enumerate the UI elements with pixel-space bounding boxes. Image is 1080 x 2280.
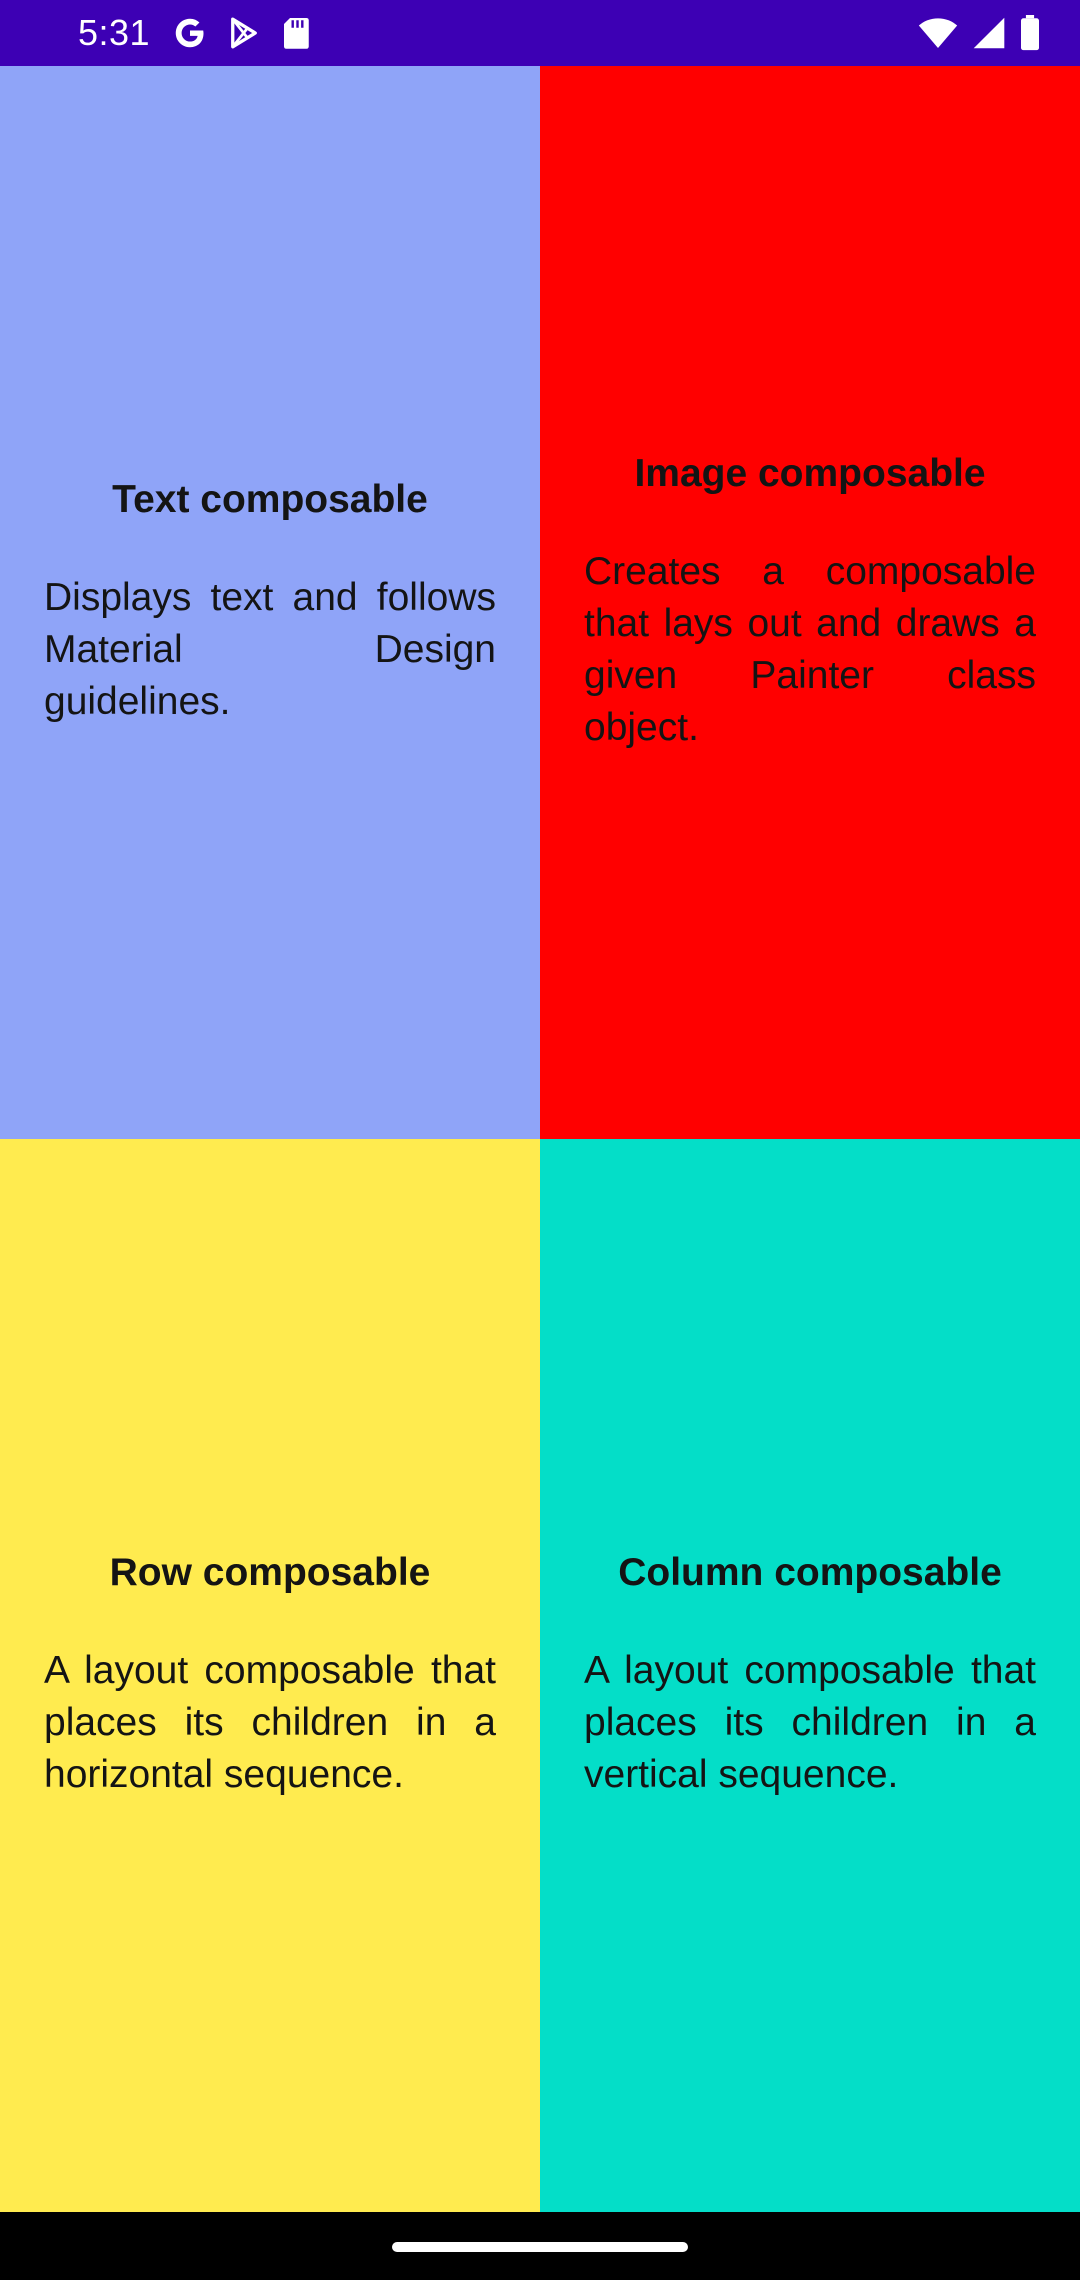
sd-card-icon bbox=[280, 15, 312, 51]
google-g-icon bbox=[172, 15, 208, 51]
play-store-icon bbox=[226, 15, 262, 51]
status-time: 5:31 bbox=[78, 12, 151, 53]
image-composable-card: Image composable Creates a composable th… bbox=[540, 66, 1080, 1139]
card-title: Text composable bbox=[112, 477, 428, 521]
row-composable-card: Row composable A layout composable that … bbox=[0, 1139, 540, 2212]
home-gesture-handle[interactable] bbox=[392, 2242, 688, 2252]
card-title: Column composable bbox=[618, 1550, 1002, 1594]
notification-icons bbox=[172, 15, 312, 51]
composables-grid: Text composable Displays text and follow… bbox=[0, 66, 1080, 2212]
navigation-bar bbox=[0, 2212, 1080, 2280]
card-description: A layout composable that places its chil… bbox=[44, 1648, 496, 1796]
status-bar: 5:31 bbox=[0, 0, 1080, 66]
card-description: A layout composable that places its chil… bbox=[584, 1648, 1036, 1796]
card-description: Displays text and follows Material Desig… bbox=[44, 575, 496, 723]
card-title: Row composable bbox=[109, 1550, 431, 1594]
card-description: Creates a composable that lays out and d… bbox=[584, 549, 1036, 749]
card-title: Image composable bbox=[634, 451, 986, 495]
battery-icon bbox=[1020, 15, 1040, 51]
text-composable-card: Text composable Displays text and follow… bbox=[0, 66, 540, 1139]
wifi-icon bbox=[918, 16, 958, 50]
column-composable-card: Column composable A layout composable th… bbox=[540, 1139, 1080, 2212]
cellular-signal-icon bbox=[972, 16, 1006, 50]
system-icons bbox=[918, 15, 1040, 51]
